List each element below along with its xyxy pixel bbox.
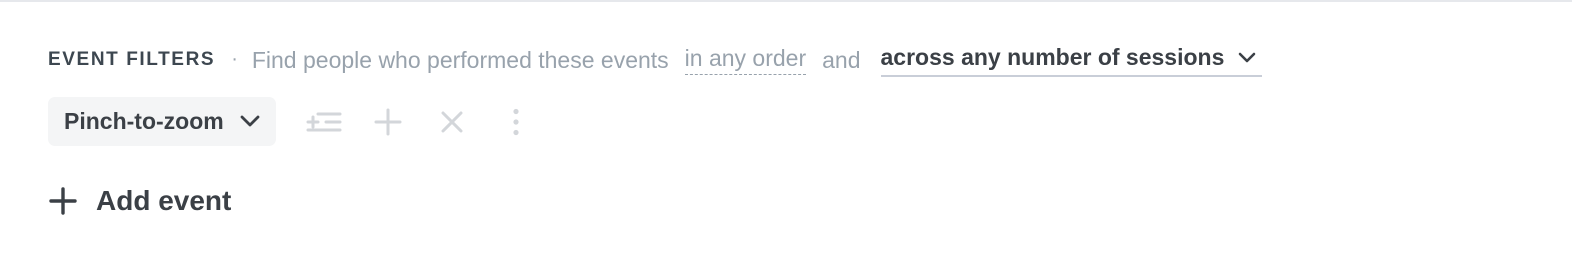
chevron-down-icon <box>1238 51 1256 63</box>
add-event-label: Add event <box>96 185 232 216</box>
sessions-dropdown-label: across any number of sessions <box>880 43 1225 70</box>
filter-list-add-icon <box>306 110 342 134</box>
filters-description: Find people who performed these events <box>251 46 669 73</box>
add-event-button[interactable]: Add event <box>48 180 231 222</box>
event-filters-header: EVENT FILTERS · Find people who performe… <box>48 40 1263 80</box>
event-filter-row: Pinch-to-zoom <box>48 97 536 146</box>
sessions-dropdown[interactable]: across any number of sessions <box>880 43 1263 77</box>
plus-icon <box>48 186 78 216</box>
event-name: Pinch-to-zoom <box>64 108 224 134</box>
section-title: EVENT FILTERS <box>48 49 216 70</box>
event-select-button[interactable]: Pinch-to-zoom <box>48 97 276 146</box>
conjunction-label: and <box>822 46 861 73</box>
order-dropdown[interactable]: in any order <box>684 45 807 75</box>
plus-icon <box>374 108 402 136</box>
more-options-button[interactable] <box>496 102 536 142</box>
chevron-down-icon <box>240 115 260 128</box>
separator-dot: · <box>231 47 238 70</box>
top-divider <box>0 0 1572 2</box>
more-vertical-icon <box>512 108 520 136</box>
duplicate-event-button[interactable] <box>368 102 408 142</box>
close-icon <box>440 110 464 134</box>
add-property-filter-button[interactable] <box>304 102 344 142</box>
remove-event-button[interactable] <box>432 102 472 142</box>
